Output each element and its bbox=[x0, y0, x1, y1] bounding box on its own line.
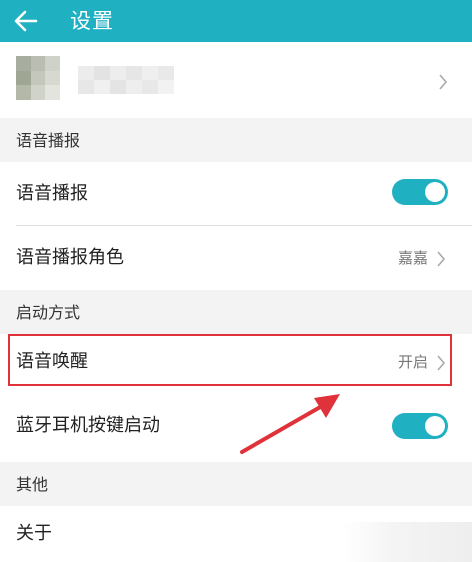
app-bar: 设置 bbox=[0, 0, 472, 42]
account-row[interactable] bbox=[0, 42, 472, 118]
row-label: 语音播报 bbox=[16, 183, 88, 204]
account-name-blurred bbox=[78, 66, 174, 94]
row-value: 嘉嘉 bbox=[397, 249, 428, 267]
chevron-right-icon bbox=[438, 73, 448, 91]
row-label: 关于 bbox=[16, 523, 52, 544]
back-arrow-icon[interactable] bbox=[12, 7, 40, 35]
toggle-knob bbox=[425, 182, 445, 202]
toggle-knob bbox=[425, 416, 445, 436]
row-voice-role[interactable]: 语音播报角色 嘉嘉 bbox=[0, 226, 472, 290]
section-header-label: 语音播报 bbox=[16, 131, 81, 150]
avatar bbox=[16, 56, 60, 100]
bluetooth-launch-toggle[interactable] bbox=[392, 413, 448, 439]
section-header-launch-mode: 启动方式 bbox=[0, 290, 472, 334]
row-label: 语音播报角色 bbox=[16, 247, 124, 268]
row-voice-broadcast: 语音播报 bbox=[0, 162, 472, 226]
section-header-label: 其他 bbox=[16, 475, 49, 494]
chevron-right-icon bbox=[436, 250, 446, 268]
voice-broadcast-toggle[interactable] bbox=[392, 179, 448, 205]
section-header-voice-broadcast: 语音播报 bbox=[0, 118, 472, 162]
section-header-other: 其他 bbox=[0, 462, 472, 506]
row-label: 蓝牙耳机按键启动 bbox=[16, 415, 160, 436]
highlight-box bbox=[8, 334, 452, 386]
annotation-arrow-icon bbox=[236, 388, 346, 458]
section-header-label: 启动方式 bbox=[16, 303, 81, 322]
watermark-blur bbox=[342, 522, 472, 562]
page-title: 设置 bbox=[70, 9, 114, 33]
